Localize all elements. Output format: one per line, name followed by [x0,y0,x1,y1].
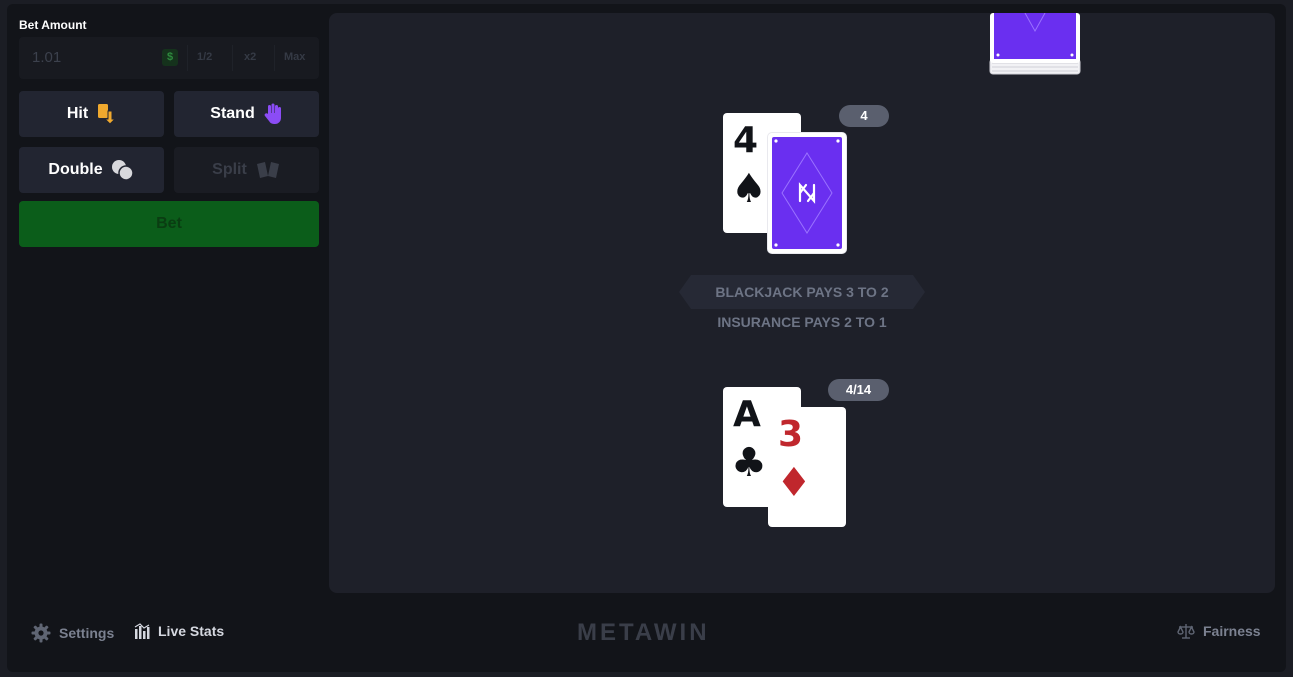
double-button[interactable]: Double [19,147,164,193]
divider [187,45,188,71]
player-card-2: 3 ♦ [768,407,846,527]
blackjack-rule-banner: BLACKJACK PAYS 3 TO 2 [679,275,925,309]
bar-chart-icon [134,623,150,639]
max-bet-button[interactable]: Max [284,51,305,63]
fairness-label: Fairness [1203,623,1261,639]
card-rank: 4 [733,120,759,161]
gear-icon [31,623,51,643]
metawin-logo-icon [774,139,840,247]
club-icon: ♣ [731,440,767,486]
stand-label: Stand [210,105,255,122]
double-bet-button[interactable]: x2 [244,51,256,63]
half-bet-button[interactable]: 1/2 [197,51,212,63]
hit-label: Hit [66,105,89,122]
bet-amount-label: Bet Amount [19,18,87,32]
stand-button[interactable]: Stand [174,91,319,137]
settings-button[interactable]: Settings [31,623,114,643]
card-deck [989,13,1081,75]
bet-amount-value[interactable]: 1.01 [32,49,61,66]
insurance-rule-text: INSURANCE PAYS 2 TO 1 [717,314,887,330]
metawin-logo: METAWIN [577,619,710,646]
live-stats-button[interactable]: Live Stats [134,623,224,639]
spade-icon: ♠ [731,166,767,212]
split-button[interactable]: Split [174,147,319,193]
dealer-card-face-down [768,133,846,253]
card-down-arrow-icon [98,104,117,125]
double-label: Double [48,161,103,178]
card-back-pattern [772,137,842,249]
player-score-badge: 4/14 [828,379,889,401]
split-cards-icon [256,162,279,178]
blackjack-table: 4 ♠ 4 BLACKJACK PAYS 3 TO 2 INSURANCE PA… [329,13,1275,593]
divider [232,45,233,71]
dealer-score-badge: 4 [839,105,889,127]
chips-icon [111,160,134,181]
split-label: Split [212,161,247,178]
hand-icon [264,103,281,124]
card-rank: 3 [778,414,804,455]
scales-icon [1177,624,1195,639]
diamond-icon: ♦ [776,460,812,506]
bet-button[interactable]: Bet [19,201,319,247]
settings-label: Settings [59,625,115,641]
currency-icon: $ [162,49,178,66]
live-stats-label: Live Stats [158,623,225,639]
divider [274,45,275,71]
fairness-button[interactable]: Fairness [1177,623,1261,639]
hit-button[interactable]: Hit [19,91,164,137]
bet-amount-field[interactable]: 1.01 $ 1/2 x2 Max [19,37,319,79]
card-rank: A [733,394,761,435]
